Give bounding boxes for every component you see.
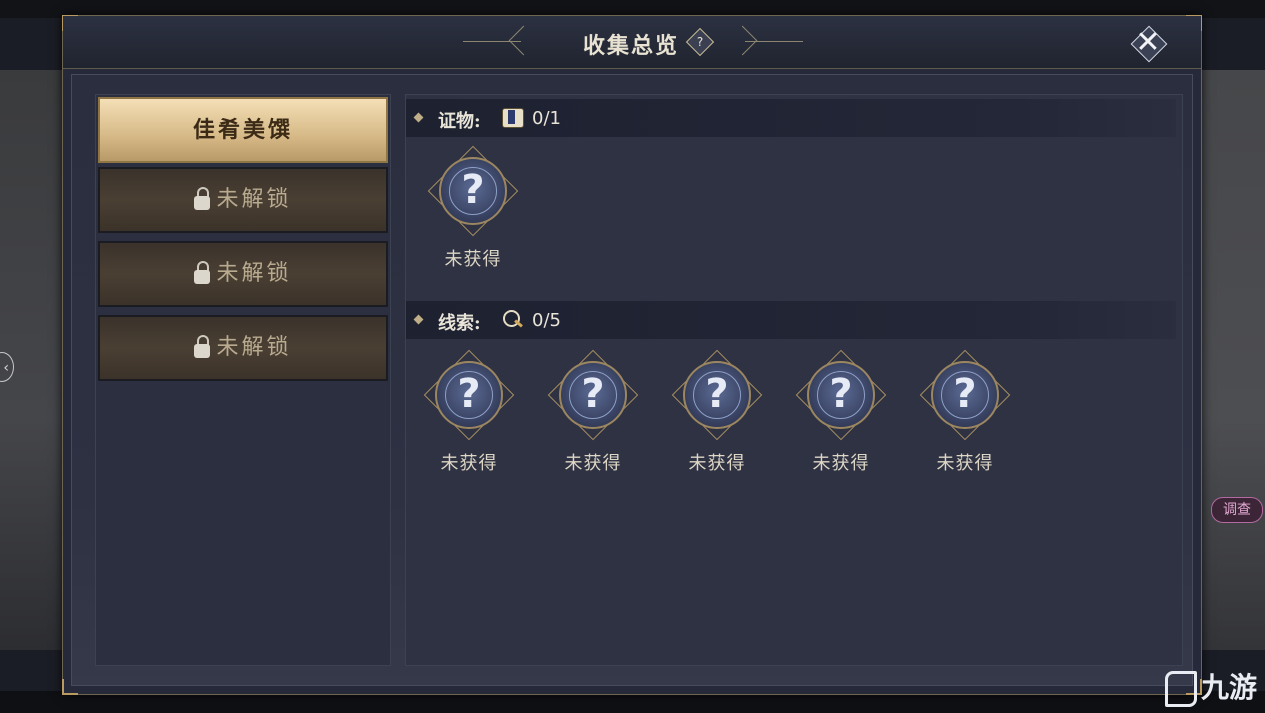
unknown-item-medal: ? [547, 349, 639, 441]
category-tab-label: 佳肴美馔 [192, 117, 293, 143]
category-tab-active[interactable]: 佳肴美馔 [98, 97, 388, 163]
help-icon: ? [696, 35, 704, 49]
evidence-count: 0/1 [532, 108, 561, 129]
category-list: 佳肴美馔 未解锁 未解锁 未解锁 [95, 94, 391, 666]
unknown-item-medal: ? [671, 349, 763, 441]
clues-label: 线索: [438, 313, 481, 334]
help-button[interactable]: ? [685, 27, 715, 57]
scroll-icon [500, 106, 524, 128]
watermark-text: 九游 [1200, 671, 1257, 704]
item-status-label: 未获得 [688, 453, 746, 474]
evidence-section-header: 证物: 0/1 [406, 99, 1176, 137]
evidence-label: 证物: [438, 111, 481, 132]
close-icon: ✕ [1135, 25, 1161, 60]
diamond-bullet-icon [413, 314, 424, 325]
investigate-tag[interactable]: 调查 [1211, 497, 1263, 523]
clue-item[interactable]: ? 未获得 [919, 349, 1011, 485]
unknown-item-medal: ? [795, 349, 887, 441]
clue-item[interactable]: ? 未获得 [795, 349, 887, 485]
category-tab-locked[interactable]: 未解锁 [98, 167, 388, 233]
clues-section-header: 线索: 0/5 [406, 301, 1176, 339]
clue-item[interactable]: ? 未获得 [547, 349, 639, 485]
background-scene-right [1199, 70, 1265, 650]
category-tab-label: 未解锁 [216, 335, 292, 360]
collection-overview-modal: 收集总览 ? ✕ 佳肴美馔 未解锁 未解锁 未解锁 证物: 0/1 ? 未获得 … [62, 15, 1202, 695]
collection-content: 证物: 0/1 ? 未获得 线索: 0/5 ? 未获得 ? 未获得 ? 未获得 … [405, 94, 1183, 666]
magnifier-icon [500, 308, 524, 330]
question-mark-icon: ? [829, 371, 853, 417]
title-ornament-right [745, 41, 803, 42]
question-mark-icon: ? [953, 371, 977, 417]
item-status-label: 未获得 [564, 453, 622, 474]
clue-item[interactable]: ? 未获得 [423, 349, 515, 485]
item-status-label: 未获得 [936, 453, 994, 474]
item-status-label: 未获得 [444, 249, 502, 270]
watermark-logo: 九游 [1164, 666, 1257, 707]
close-button[interactable]: ✕ [1130, 25, 1168, 63]
question-mark-icon: ? [461, 167, 485, 213]
clues-count: 0/5 [532, 310, 561, 331]
unknown-item-medal: ? [919, 349, 1011, 441]
modal-header: 收集总览 ? ✕ [63, 16, 1201, 69]
item-status-label: 未获得 [812, 453, 870, 474]
diamond-bullet-icon [413, 112, 424, 123]
item-status-label: 未获得 [440, 453, 498, 474]
title-ornament-left [508, 25, 539, 56]
unknown-item-medal: ? [427, 145, 519, 237]
evidence-item[interactable]: ? 未获得 [427, 145, 519, 281]
clue-item[interactable]: ? 未获得 [671, 349, 763, 485]
logo-mark-icon [1164, 671, 1197, 707]
unknown-item-medal: ? [423, 349, 515, 441]
category-tab-locked[interactable]: 未解锁 [98, 315, 388, 381]
question-mark-icon: ? [705, 371, 729, 417]
category-tab-label: 未解锁 [216, 187, 292, 212]
category-tab-label: 未解锁 [216, 261, 292, 286]
question-mark-icon: ? [457, 371, 481, 417]
question-mark-icon: ? [581, 371, 605, 417]
title-bar: 收集总览 ? [463, 22, 803, 62]
category-tab-locked[interactable]: 未解锁 [98, 241, 388, 307]
modal-title: 收集总览 [583, 33, 680, 59]
